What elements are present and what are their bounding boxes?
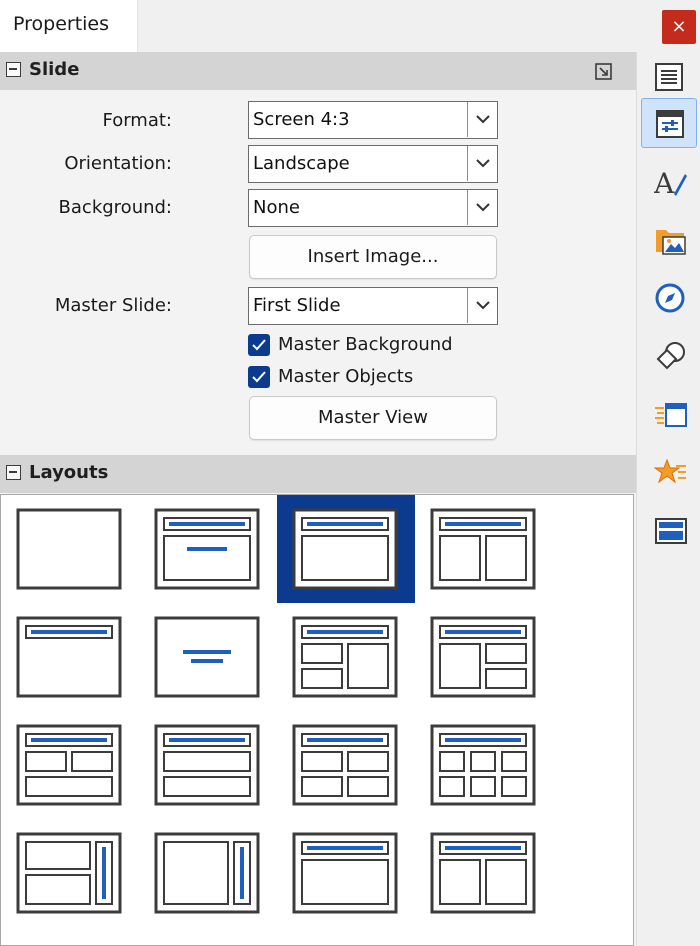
- layout-title-content-and-2-content-icon: [430, 616, 536, 698]
- chevron-down-icon: [476, 159, 490, 168]
- title-tab: Properties: [0, 0, 138, 52]
- window-title: Properties: [13, 13, 110, 35]
- slide-section-header[interactable]: Slide: [0, 52, 636, 90]
- layout-vertical-title-content-icon: [154, 832, 260, 914]
- gallery-icon: [656, 230, 686, 255]
- tab-animation[interactable]: [641, 446, 697, 496]
- format-value: Screen 4:3: [253, 109, 350, 130]
- close-icon: ×: [671, 16, 687, 37]
- layout-title-2-content-over-content-icon: [16, 724, 122, 806]
- layout-title-2-content-over-content[interactable]: [1, 711, 139, 819]
- tab-master-slides[interactable]: [641, 504, 697, 554]
- layout-title-2-content[interactable]: [415, 495, 553, 603]
- layout-title-6-content[interactable]: [415, 711, 553, 819]
- orientation-value: Landscape: [253, 153, 350, 174]
- layout-title-content-over-content[interactable]: [139, 711, 277, 819]
- navigator-icon: [655, 283, 685, 313]
- layout-title-content[interactable]: [139, 495, 277, 603]
- layout-title-2-content-and-content[interactable]: [277, 603, 415, 711]
- master-objects-checkbox[interactable]: [248, 366, 270, 388]
- slide-section-title: Slide: [29, 59, 80, 80]
- layouts-section-title: Layouts: [29, 462, 109, 483]
- close-button[interactable]: ×: [662, 10, 696, 44]
- tab-menu[interactable]: [641, 52, 697, 102]
- format-dropdown-arrow[interactable]: [467, 102, 497, 137]
- layouts-section-header[interactable]: Layouts: [0, 455, 636, 493]
- layout-centered-text-icon: [154, 616, 260, 698]
- layout-vertical-title-2-content[interactable]: [1, 819, 139, 927]
- format-dropdown[interactable]: Screen 4:3: [248, 101, 498, 139]
- orientation-dropdown[interactable]: Landscape: [248, 145, 498, 183]
- layout-title-6-content-icon: [430, 724, 536, 806]
- master-slide-dropdown[interactable]: First Slide: [248, 287, 498, 325]
- layouts-grid: [0, 494, 634, 946]
- master-slide-label: Master Slide:: [54, 295, 172, 316]
- layout-title-content-icon: [154, 508, 260, 590]
- format-label: Format:: [102, 110, 173, 131]
- layout-title-vertical-content[interactable]: [277, 819, 415, 927]
- properties-panel: Slide Format: Screen 4:3 Orientation: La…: [0, 52, 636, 946]
- layout-title-and-content-icon: [292, 508, 398, 590]
- tab-styles[interactable]: A: [641, 156, 697, 206]
- background-value: None: [253, 197, 300, 218]
- master-background-label: Master Background: [278, 334, 453, 355]
- master-slide-value: First Slide: [253, 295, 341, 316]
- layout-title-only[interactable]: [1, 603, 139, 711]
- tab-slide-transition[interactable]: [641, 388, 697, 438]
- tab-shapes[interactable]: [641, 330, 697, 380]
- tab-properties[interactable]: [641, 98, 697, 148]
- layout-vertical-title-2-content-icon: [16, 832, 122, 914]
- layout-title-4-content[interactable]: [277, 711, 415, 819]
- background-dropdown[interactable]: None: [248, 189, 498, 227]
- layout-title-4-content-icon: [292, 724, 398, 806]
- collapse-icon[interactable]: [6, 465, 21, 480]
- layout-title-only-icon: [16, 616, 122, 698]
- layout-title-content-over-content-icon: [154, 724, 260, 806]
- layout-title-2-vertical-content[interactable]: [415, 819, 553, 927]
- layout-title-vertical-content-icon: [292, 832, 398, 914]
- layout-blank-slide[interactable]: [1, 495, 139, 603]
- shapes-icon: [656, 342, 685, 370]
- slide-transition-icon: [655, 403, 687, 427]
- master-slides-icon: [655, 518, 687, 544]
- layout-title-2-vertical-content-icon: [430, 832, 536, 914]
- master-objects-label: Master Objects: [278, 366, 414, 387]
- orientation-label: Orientation:: [64, 153, 172, 174]
- properties-icon: [656, 110, 684, 138]
- master-view-button[interactable]: Master View: [249, 396, 497, 440]
- layout-title-content-and-2-content[interactable]: [415, 603, 553, 711]
- more-options-button[interactable]: [594, 62, 614, 82]
- collapse-icon[interactable]: [6, 62, 21, 77]
- master-slide-dropdown-arrow[interactable]: [467, 288, 497, 323]
- title-bar: Properties ×: [0, 0, 700, 52]
- insert-image-button[interactable]: Insert Image...: [249, 235, 497, 279]
- tab-gallery[interactable]: [641, 214, 697, 264]
- chevron-down-icon: [476, 115, 490, 124]
- layout-title-and-content[interactable]: [277, 495, 415, 603]
- more-options-icon: [595, 63, 612, 80]
- chevron-down-icon: [476, 203, 490, 212]
- layout-title-2-content-icon: [430, 508, 536, 590]
- checkmark-icon: [252, 371, 266, 383]
- layout-vertical-title-content[interactable]: [139, 819, 277, 927]
- animation-icon: [654, 458, 686, 484]
- sidebar-tab-bar: A: [636, 52, 700, 946]
- svg-text:A: A: [654, 167, 675, 200]
- background-label: Background:: [58, 197, 172, 218]
- hamburger-menu-icon: [655, 63, 683, 91]
- checkmark-icon: [252, 339, 266, 351]
- layout-blank-icon: [16, 508, 122, 590]
- layout-title-2-content-and-content-icon: [292, 616, 398, 698]
- chevron-down-icon: [476, 301, 490, 310]
- background-dropdown-arrow[interactable]: [467, 190, 497, 225]
- tab-navigator[interactable]: [641, 272, 697, 322]
- layout-centered-text[interactable]: [139, 603, 277, 711]
- orientation-dropdown-arrow[interactable]: [467, 146, 497, 181]
- styles-icon: A: [654, 167, 687, 200]
- master-background-checkbox[interactable]: [248, 334, 270, 356]
